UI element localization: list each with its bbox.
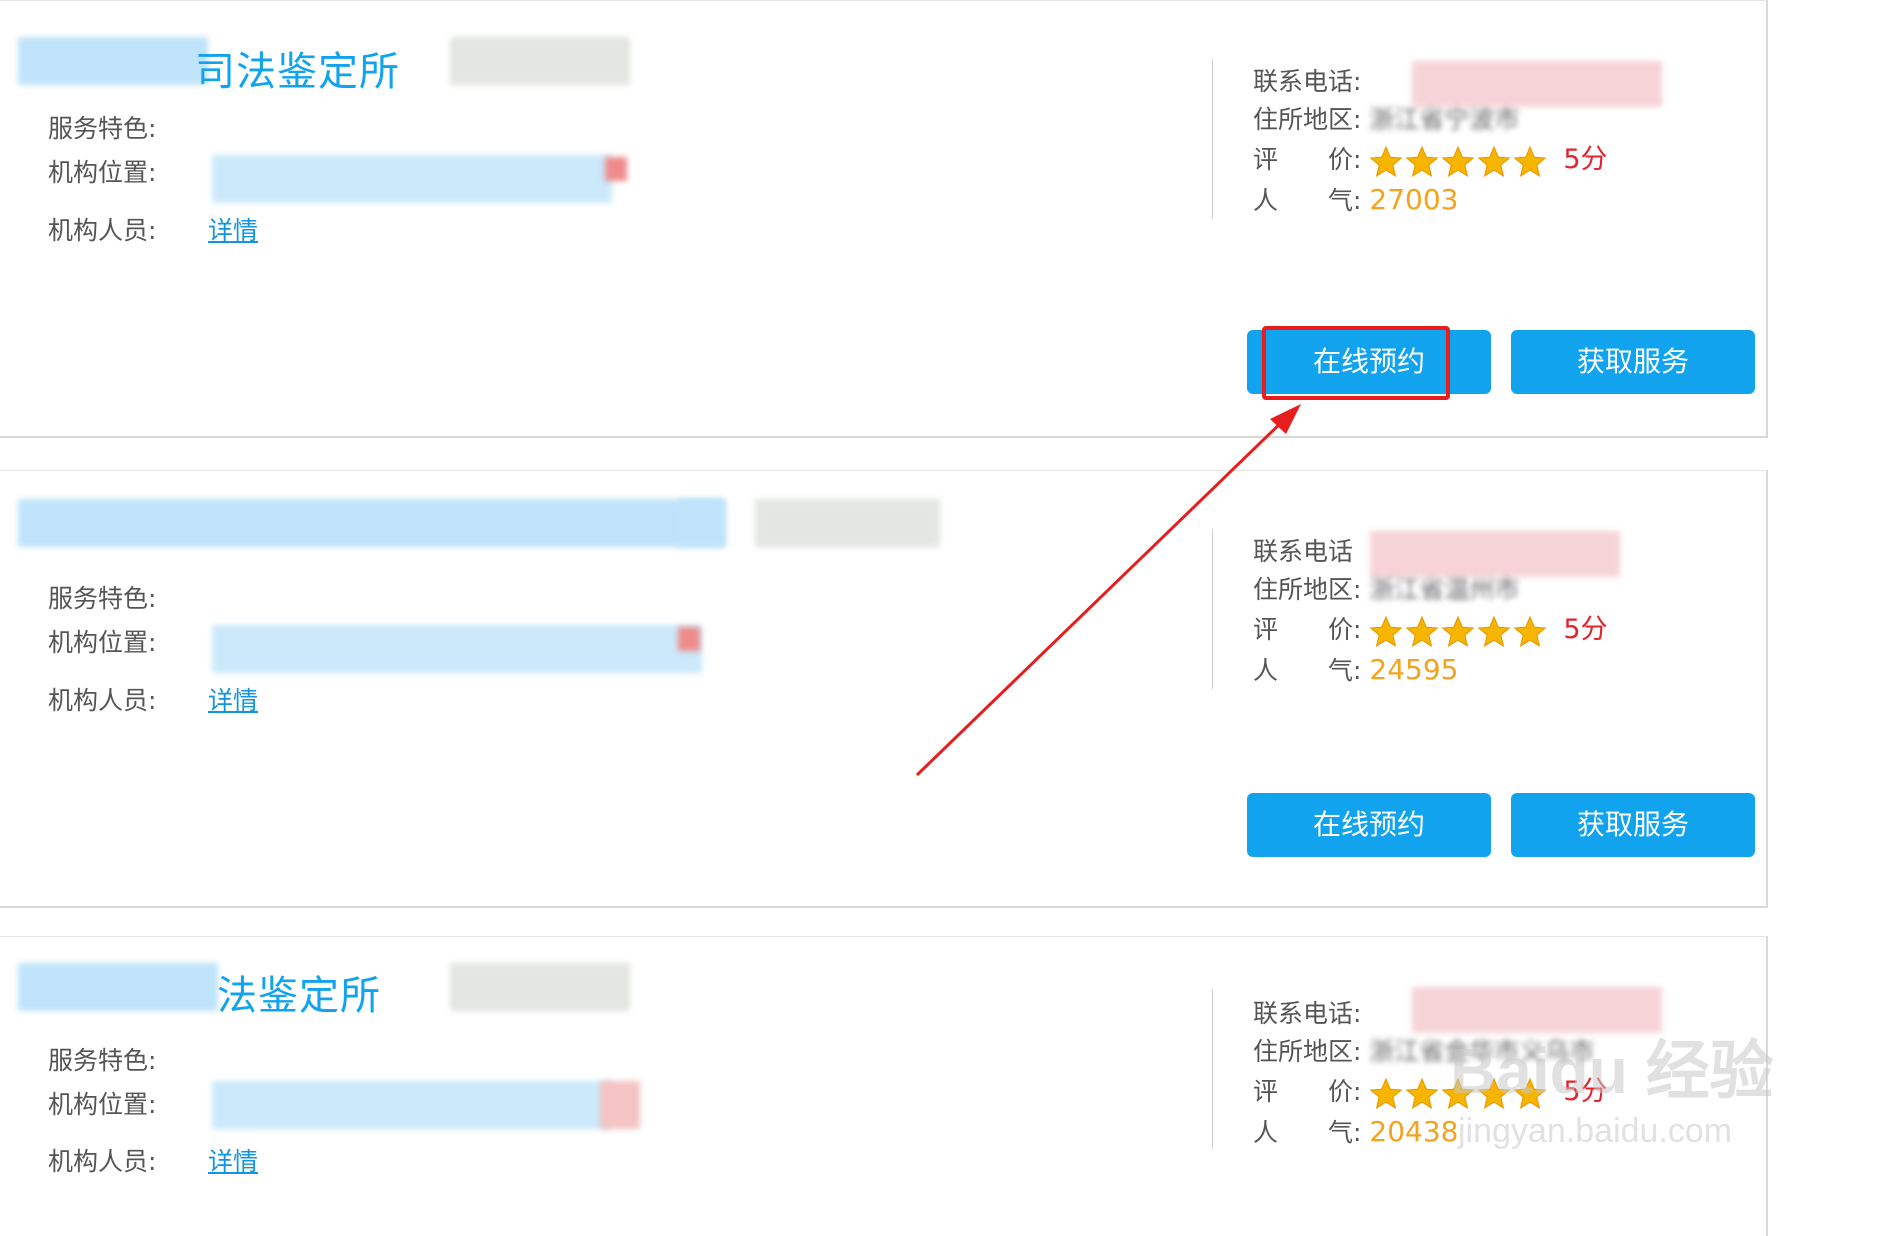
get-service-button[interactable]: 获取服务 <box>1511 793 1755 857</box>
popularity-value: 27003 <box>1369 183 1459 216</box>
title-badge-redacted <box>450 963 630 1011</box>
location-redacted <box>212 1081 612 1129</box>
online-booking-button[interactable]: 在线预约 <box>1247 793 1491 857</box>
rating-stars <box>1369 142 1549 180</box>
address-row: 住所地区: 浙江省温州市 <box>1253 571 1519 609</box>
star-icon <box>1405 145 1439 178</box>
popularity-row: 人 气: 27003 <box>1253 181 1458 219</box>
star-icon <box>1369 615 1403 648</box>
phone-label: 联系电话: <box>1253 67 1362 96</box>
address-label: 住所地区: <box>1253 105 1362 134</box>
staff-label: 机构人员: <box>48 216 157 245</box>
star-icon <box>1513 145 1547 178</box>
address-value: 浙江省宁波市 <box>1369 105 1520 134</box>
annotation-highlight-box <box>1262 326 1450 400</box>
star-icon <box>1441 145 1475 178</box>
star-icon <box>1513 615 1547 648</box>
location-redacted <box>212 155 612 203</box>
watermark-brand: Baidu 经验 <box>1450 1035 1774 1107</box>
location-redacted-mark <box>600 1081 640 1129</box>
popularity-value: 20438 <box>1369 1115 1459 1148</box>
location-label: 机构位置: <box>48 1090 157 1119</box>
rating-label: 评 价: <box>1253 1077 1362 1106</box>
service-label: 服务特色: <box>48 1046 157 1075</box>
phone-row: 联系电话 <box>1253 533 1353 571</box>
title-badge-redacted <box>755 499 940 547</box>
star-icon <box>1477 145 1511 178</box>
rating-row: 评 价: 5分 <box>1253 611 1608 649</box>
watermark-url: jingyan.baidu.com <box>1458 1112 1733 1150</box>
star-icon <box>1369 145 1403 178</box>
star-icon <box>1369 1077 1403 1110</box>
popularity-row: 人 气: 24595 <box>1253 651 1458 689</box>
title-redacted-block-2 <box>678 499 726 547</box>
rating-label: 评 价: <box>1253 615 1362 644</box>
location-label: 机构位置: <box>48 628 157 657</box>
popularity-label: 人 气: <box>1253 186 1362 215</box>
address-value: 浙江省温州市 <box>1369 575 1520 604</box>
location-redacted-mark <box>605 157 627 181</box>
phone-label: 联系电话 <box>1253 537 1354 566</box>
location-label: 机构位置: <box>48 158 157 187</box>
divider <box>1212 59 1213 219</box>
baidu-watermark: Baidu 经验 jingyan.baidu.com <box>1450 1020 1774 1151</box>
rating-row: 评 价: 5分 <box>1253 141 1608 179</box>
divider <box>1212 989 1213 1149</box>
org-card-1: 司法鉴定所 服务特色: 机构位置: 机构人员: 详情 联系电话: 住所地区: 浙… <box>0 0 1768 438</box>
details-link[interactable]: 详情 <box>208 681 258 717</box>
star-icon <box>1441 615 1475 648</box>
details-link[interactable]: 详情 <box>208 1142 258 1178</box>
rating-score: 5分 <box>1563 614 1608 645</box>
popularity-value: 24595 <box>1369 653 1459 686</box>
title-redacted-block <box>18 963 218 1011</box>
title-redacted-block <box>18 37 208 85</box>
location-redacted-mark <box>678 627 700 651</box>
service-label: 服务特色: <box>48 114 157 143</box>
service-label: 服务特色: <box>48 584 157 613</box>
staff-label: 机构人员: <box>48 1147 157 1176</box>
address-label: 住所地区: <box>1253 1037 1362 1066</box>
address-label: 住所地区: <box>1253 575 1362 604</box>
org-title[interactable]: 司法鉴定所 <box>195 39 400 97</box>
phone-label: 联系电话: <box>1253 999 1362 1028</box>
popularity-row: 人 气: 20438 <box>1253 1113 1458 1151</box>
details-link[interactable]: 详情 <box>208 211 258 247</box>
phone-row: 联系电话: <box>1253 995 1361 1033</box>
staff-label: 机构人员: <box>48 686 157 715</box>
rating-stars <box>1369 612 1549 650</box>
get-service-button[interactable]: 获取服务 <box>1511 330 1755 394</box>
title-redacted-block <box>18 499 723 547</box>
star-icon <box>1477 615 1511 648</box>
title-badge-redacted <box>450 37 630 85</box>
star-icon <box>1405 1077 1439 1110</box>
rating-label: 评 价: <box>1253 145 1362 174</box>
org-card-2: 服务特色: 机构位置: 机构人员: 详情 联系电话 住所地区: 浙江省温州市 评… <box>0 470 1768 908</box>
rating-score: 5分 <box>1563 144 1608 175</box>
popularity-label: 人 气: <box>1253 1118 1362 1147</box>
address-row: 住所地区: 浙江省宁波市 <box>1253 101 1519 139</box>
divider <box>1212 529 1213 689</box>
star-icon <box>1405 615 1439 648</box>
phone-row: 联系电话: <box>1253 63 1361 101</box>
org-title[interactable]: 法鉴定所 <box>217 963 381 1021</box>
location-redacted <box>212 625 702 673</box>
popularity-label: 人 气: <box>1253 656 1362 685</box>
